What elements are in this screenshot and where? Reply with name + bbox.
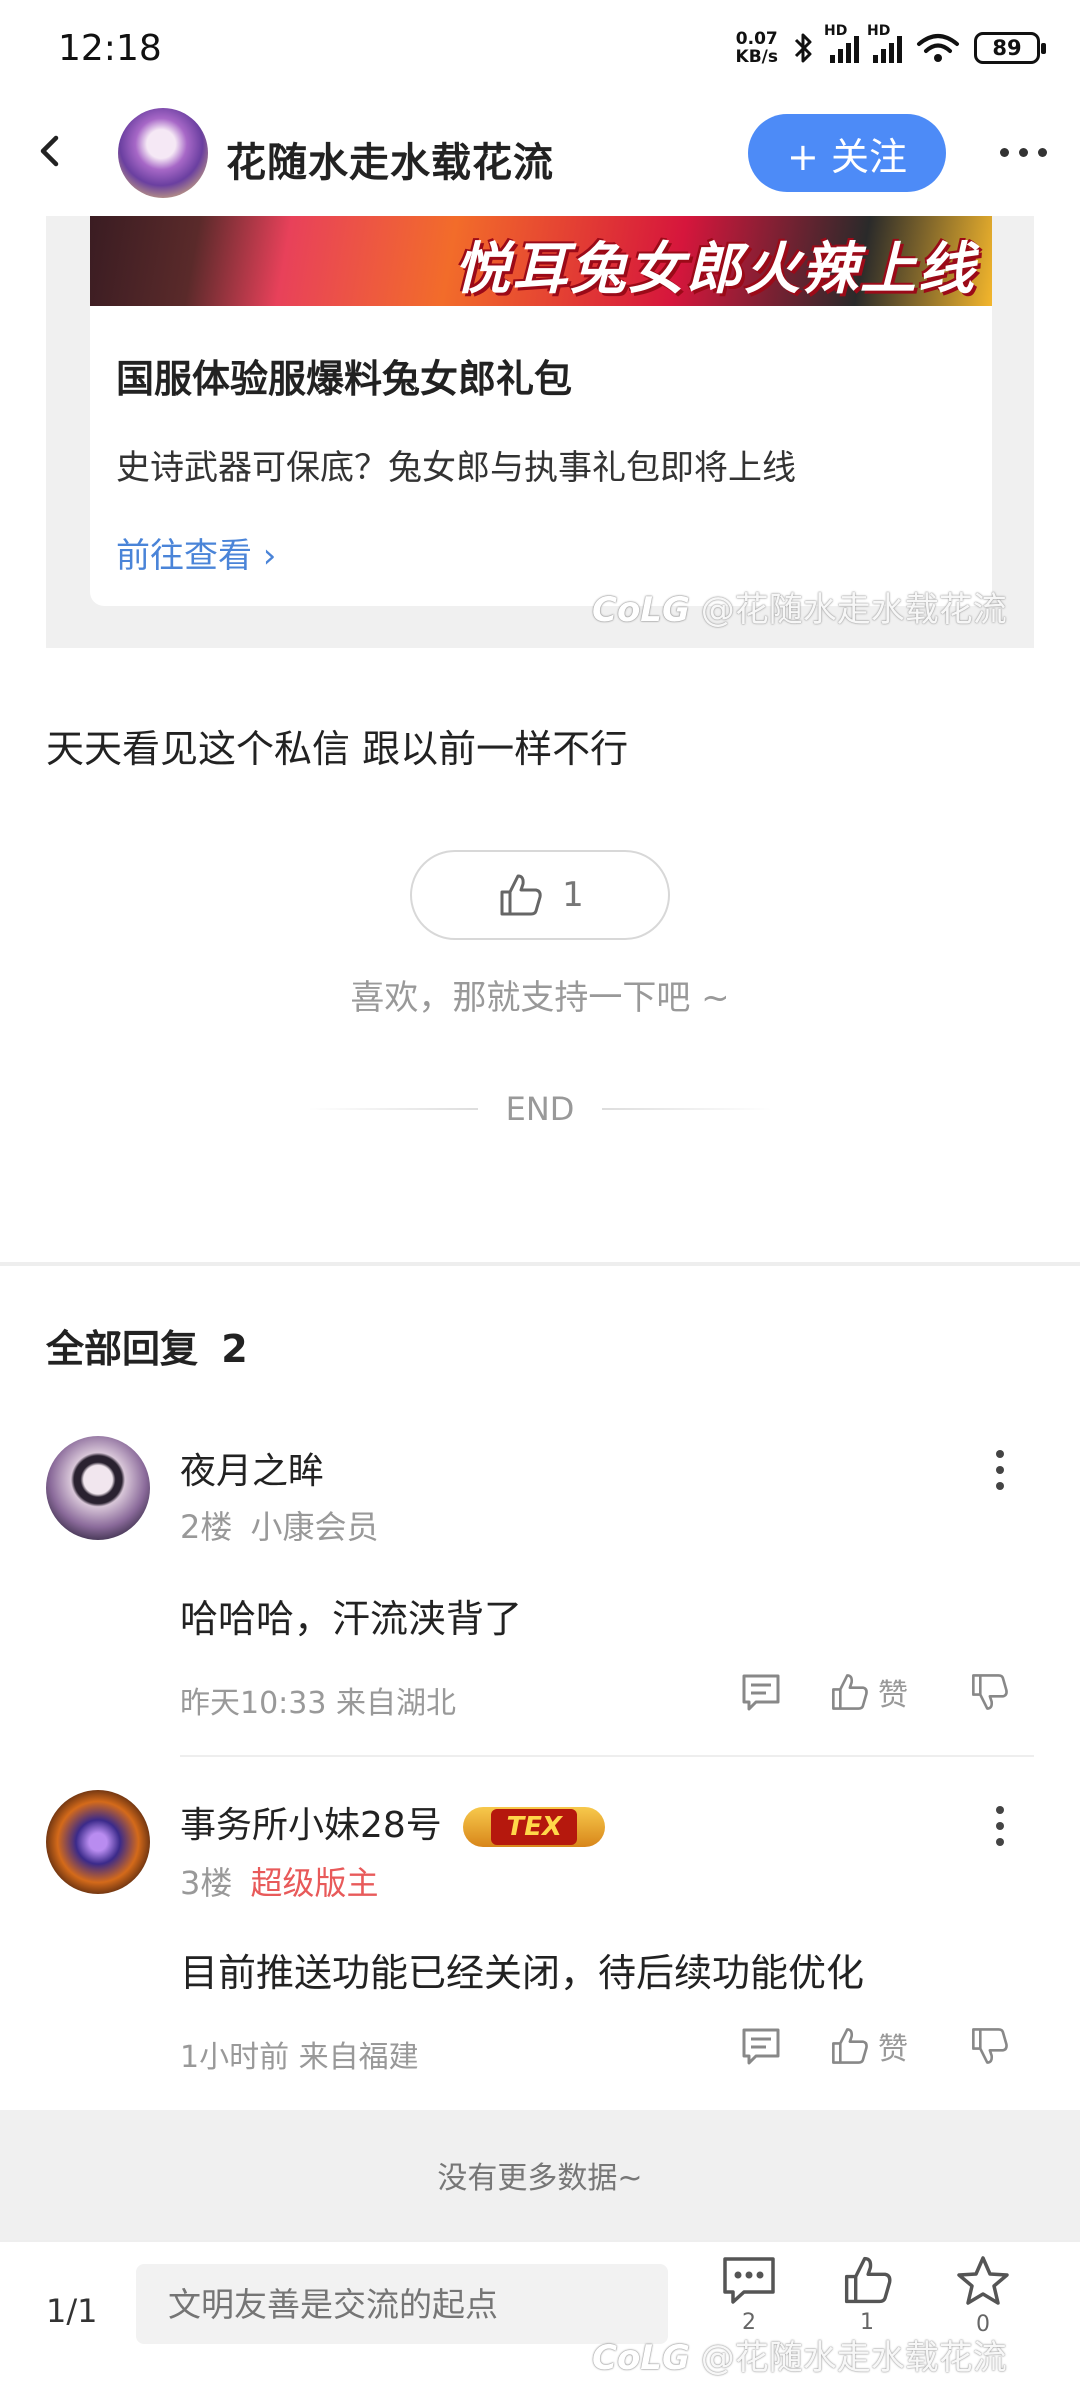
- reply-like-button[interactable]: 赞: [828, 1670, 908, 1714]
- reply-text: 目前推送功能已经关闭，待后续功能优化: [180, 1951, 865, 1995]
- hd-badge: HD: [824, 23, 848, 39]
- dot-icon: [996, 1838, 1004, 1846]
- page-indicator[interactable]: 1/1: [46, 2292, 98, 2330]
- reply-like-label: 赞: [878, 1678, 908, 1713]
- follow-button[interactable]: + 关注: [748, 114, 946, 192]
- reply-time-location: 1小时前 来自福建: [180, 2040, 419, 2075]
- card-title: 国服体验服爆料兔女郎礼包: [116, 357, 573, 401]
- dot-icon: [1019, 148, 1028, 157]
- avatar[interactable]: [46, 1436, 150, 1540]
- reply-separator: [180, 1755, 1034, 1757]
- post-text: 天天看见这个私信 跟以前一样不行: [46, 727, 629, 771]
- comment-icon: [723, 2257, 775, 2304]
- thumbs-down-icon: [972, 1674, 1008, 1710]
- signal-icon-1: HD: [824, 23, 859, 63]
- reply-author-name[interactable]: 夜月之眸: [180, 1442, 324, 1494]
- network-speed: 0.07 KB/s: [736, 30, 778, 66]
- no-more-data: 没有更多数据~: [0, 2110, 1080, 2240]
- wifi-icon: [917, 34, 959, 62]
- divider-line: [602, 1108, 773, 1110]
- watermark-text: @花随水走水载花流: [700, 590, 1007, 630]
- dot-icon: [996, 1822, 1004, 1830]
- status-icons: 0.07 KB/s HD HD 89: [736, 23, 1046, 66]
- level-badge-label: TEX: [491, 1809, 578, 1845]
- card-view-link[interactable]: 前往查看 ›: [116, 528, 276, 577]
- post-like-count: 1: [562, 875, 584, 915]
- comment-icon: [742, 1674, 780, 1711]
- star-icon: [957, 2256, 1009, 2305]
- like-count-button[interactable]: 1: [832, 2254, 902, 2335]
- card-banner-image: 悦耳兔女郎火辣上线: [90, 216, 992, 306]
- comment-count-button[interactable]: 2: [714, 2254, 784, 2335]
- signal-icon-2: HD: [867, 23, 902, 63]
- post-like-button[interactable]: 1: [410, 850, 670, 940]
- dot-icon: [1038, 148, 1047, 157]
- dot-icon: [996, 1482, 1004, 1490]
- watermark: CoLG @花随水走水载花流: [592, 2330, 1007, 2379]
- network-speed-value: 0.07: [735, 29, 778, 49]
- reply-dislike-button[interactable]: [968, 2026, 1010, 2066]
- card-banner-text: 悦耳兔女郎火辣上线: [454, 237, 976, 302]
- dot-icon: [996, 1450, 1004, 1458]
- replies-count: 2: [221, 1327, 248, 1371]
- replies-header-label: 全部回复: [46, 1327, 199, 1371]
- level-badge: TEX: [463, 1807, 606, 1847]
- status-time: 12:18: [58, 28, 162, 69]
- bluetooth-icon: [794, 33, 812, 63]
- reply-actions: 赞: [740, 1670, 1010, 1714]
- reply-more-button[interactable]: [996, 1806, 1006, 1846]
- reply-time-location: 昨天10:33 来自湖北: [180, 1686, 456, 1721]
- reply-item: 夜月之眸 2楼 小康会员 哈哈哈，汗流浃背了 昨天10:33 来自湖北 赞: [0, 1430, 1080, 1760]
- section-separator: [0, 1262, 1080, 1266]
- end-divider: END: [0, 1090, 1080, 1128]
- watermark-logo: CoLG: [592, 590, 690, 630]
- reply-like-label: 赞: [878, 2032, 908, 2067]
- reply-author-name[interactable]: 事务所小妹28号 TEX: [180, 1796, 606, 1848]
- reply-item: 事务所小妹28号 TEX 3楼 超级版主 目前推送功能已经关闭，待后续功能优化 …: [0, 1786, 1080, 2086]
- reply-comment-button[interactable]: [740, 2026, 782, 2066]
- end-label: END: [505, 1090, 575, 1128]
- reply-role: 小康会员: [250, 1508, 379, 1546]
- reply-dislike-button[interactable]: [968, 1672, 1010, 1712]
- watermark-text: @花随水走水载花流: [700, 2338, 1007, 2378]
- thumbs-up-icon: [500, 874, 542, 916]
- reply-author-name-text: 事务所小妹28号: [180, 1805, 442, 1846]
- dot-icon: [1000, 148, 1009, 157]
- thumbs-up-icon: [844, 2256, 892, 2304]
- avatar[interactable]: [46, 1790, 150, 1894]
- comment-icon: [742, 2028, 780, 2065]
- dot-icon: [996, 1806, 1004, 1814]
- dot-icon: [996, 1466, 1004, 1474]
- reply-actions: 赞: [740, 2024, 1010, 2068]
- thumbs-up-icon: [832, 2028, 868, 2064]
- card-description: 史诗武器可保底？兔女郎与执事礼包即将上线: [116, 448, 796, 488]
- battery-icon: 89: [974, 32, 1046, 64]
- reply-comment-button[interactable]: [740, 1672, 782, 1712]
- watermark: CoLG @花随水走水载花流: [592, 582, 1007, 631]
- like-hint: 喜欢，那就支持一下吧 ~: [350, 978, 730, 1018]
- reply-role: 超级版主: [250, 1864, 379, 1902]
- replies-header: 全部回复 2: [46, 1318, 248, 1373]
- reply-like-button[interactable]: 赞: [828, 2024, 908, 2068]
- reply-floor: 3楼: [180, 1864, 233, 1902]
- thumbs-down-icon: [972, 2028, 1008, 2064]
- reply-text: 哈哈哈，汗流浃背了: [180, 1597, 523, 1641]
- reply-meta: 2楼 小康会员: [180, 1502, 379, 1548]
- network-speed-unit: KB/s: [735, 47, 778, 67]
- author-avatar[interactable]: [118, 108, 208, 198]
- reply-meta: 3楼 超级版主: [180, 1858, 379, 1904]
- reply-floor: 2楼: [180, 1508, 233, 1546]
- article-card[interactable]: 悦耳兔女郎火辣上线 国服体验服爆料兔女郎礼包 史诗武器可保底？兔女郎与执事礼包即…: [90, 216, 992, 606]
- reply-input[interactable]: [136, 2264, 668, 2344]
- back-button[interactable]: [28, 128, 74, 174]
- chevron-left-icon: [40, 135, 59, 167]
- hd-badge: HD: [867, 23, 891, 39]
- more-options-button[interactable]: [1000, 148, 1047, 157]
- watermark-logo: CoLG: [592, 2338, 690, 2378]
- thumbs-up-icon: [832, 1674, 868, 1710]
- favorite-button[interactable]: 0: [948, 2254, 1018, 2337]
- author-name[interactable]: 花随水走水载花流: [226, 130, 554, 188]
- divider-line: [307, 1108, 478, 1110]
- reply-more-button[interactable]: [996, 1450, 1006, 1490]
